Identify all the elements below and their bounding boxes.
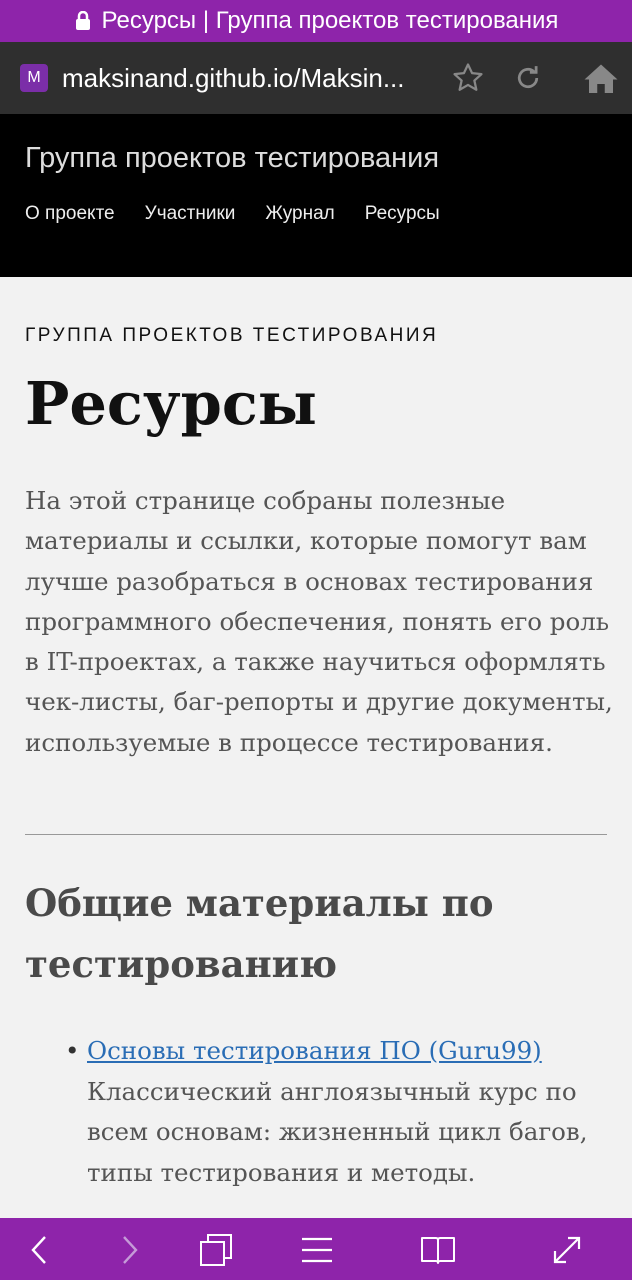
site-title[interactable]: Группа проектов тестирования (25, 142, 439, 175)
page-title: Ресурсы (25, 369, 317, 438)
nav-link-resources[interactable]: Ресурсы (365, 203, 440, 225)
main-nav: О проекте Участники Журнал Ресурсы (25, 203, 470, 225)
nav-link-journal[interactable]: Журнал (265, 203, 334, 225)
site-favicon: M (20, 64, 48, 92)
page-kicker: ГРУППА ПРОЕКТОВ ТЕСТИРОВАНИЯ (25, 325, 439, 346)
resource-list: • Основы тестирования ПО (Guru99) Класси… (25, 1031, 607, 1193)
browser-bottom-toolbar (0, 1218, 632, 1280)
bullet-icon: • (65, 1036, 80, 1065)
resource-description: Классический англоязычный курс по всем о… (87, 1076, 588, 1187)
nav-link-about[interactable]: О проекте (25, 203, 115, 225)
address-bar: M maksinand.github.io/Maksin... (0, 42, 632, 114)
back-icon[interactable] (22, 1232, 58, 1268)
url-field[interactable]: maksinand.github.io/Maksin... (62, 63, 434, 94)
reader-mode-icon[interactable] (420, 1232, 456, 1268)
menu-icon[interactable] (299, 1232, 335, 1268)
bookmark-star-icon[interactable] (450, 60, 486, 96)
tab-title: Ресурсы | Группа проектов тестирования (101, 7, 559, 34)
forward-icon[interactable] (111, 1232, 147, 1268)
tabs-icon[interactable] (198, 1232, 234, 1268)
home-icon[interactable] (583, 60, 619, 96)
list-item: • Основы тестирования ПО (Guru99) Класси… (25, 1031, 607, 1193)
divider (25, 834, 607, 835)
fullscreen-icon[interactable] (549, 1232, 585, 1268)
status-bar: Ресурсы | Группа проектов тестирования (0, 0, 632, 42)
nav-link-members[interactable]: Участники (145, 203, 236, 225)
site-header: Группа проектов тестирования О проекте У… (0, 114, 632, 277)
reload-icon[interactable] (510, 60, 546, 96)
lock-icon (74, 11, 92, 31)
section-heading: Общие материалы по тестированию (25, 881, 494, 986)
resource-link[interactable]: Основы тестирования ПО (Guru99) (87, 1036, 542, 1065)
intro-paragraph: На этой странице собраны полезные матери… (25, 486, 613, 757)
